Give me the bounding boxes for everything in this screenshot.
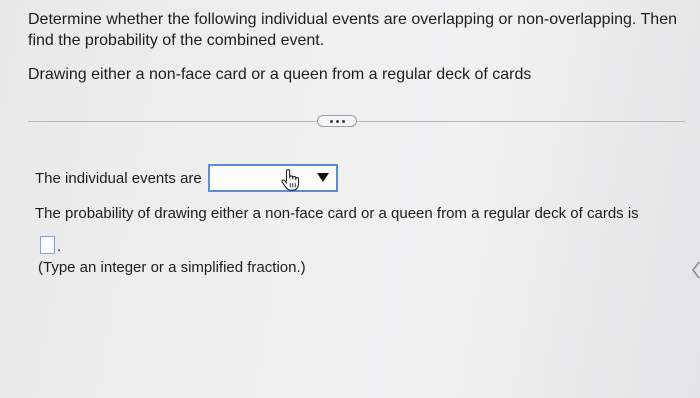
events-type-row: The individual events are xyxy=(35,164,338,192)
ellipsis-icon-dot xyxy=(341,119,345,123)
side-panel-chevron-icon[interactable] xyxy=(690,260,700,280)
ellipsis-icon-dot xyxy=(335,119,339,123)
question-screen: Determine whether the following individu… xyxy=(0,0,700,398)
answer-period: . xyxy=(57,238,62,255)
events-type-label: The individual events are xyxy=(35,169,202,187)
ellipsis-icon xyxy=(329,119,333,123)
probability-prompt: The probability of drawing either a non-… xyxy=(35,205,639,222)
event-description: Drawing either a non-face card or a quee… xyxy=(28,66,532,83)
answer-format-hint: (Type an integer or a simplified fractio… xyxy=(38,259,306,276)
hand-pointer-icon xyxy=(281,169,299,191)
dropdown-arrow-icon[interactable] xyxy=(316,173,329,182)
events-type-dropdown[interactable] xyxy=(207,164,338,192)
probability-answer-row: . xyxy=(40,234,61,254)
more-options-button[interactable] xyxy=(317,115,357,127)
probability-answer-input[interactable] xyxy=(40,236,55,254)
answer-area: The individual events are The probabilit… xyxy=(35,164,685,304)
question-instructions: Determine whether the following individu… xyxy=(28,11,677,49)
